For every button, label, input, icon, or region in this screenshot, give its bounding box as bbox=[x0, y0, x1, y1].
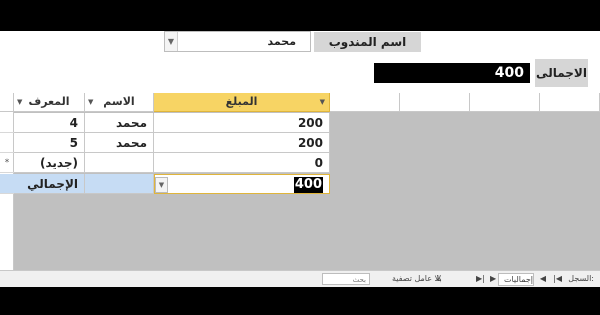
rep-name-value: محمد bbox=[267, 35, 296, 48]
column-header-id[interactable]: ▼ المعرف bbox=[14, 93, 85, 112]
chevron-down-icon[interactable]: ▼ bbox=[88, 93, 93, 111]
column-header-empty[interactable] bbox=[330, 93, 400, 112]
record-navigation-bar: السجل: |◀ ◀ إجماليات ▶ ▶| ⊻ بلا عامل تصف… bbox=[0, 270, 600, 287]
search-input[interactable]: بحث bbox=[322, 273, 370, 285]
total-row-amount: 400 bbox=[293, 177, 323, 193]
cell-amount[interactable]: 0 bbox=[154, 153, 330, 173]
access-form-window: اسم المندوب ▼ محمد الاجمالى 400 ▼ المعرف… bbox=[0, 31, 600, 287]
select-all-corner[interactable] bbox=[0, 93, 14, 112]
total-label: الاجمالى bbox=[535, 59, 588, 87]
column-header-empty[interactable] bbox=[470, 93, 540, 112]
filter-status[interactable]: بلا عامل تصفية bbox=[392, 273, 442, 285]
column-header-empty[interactable] bbox=[400, 93, 470, 112]
chevron-down-icon[interactable]: ▼ bbox=[155, 177, 168, 193]
column-header-amount[interactable]: ▼ المبلغ bbox=[154, 93, 330, 112]
cell-amount[interactable]: 200 bbox=[154, 133, 330, 153]
total-field[interactable]: 400 bbox=[374, 63, 530, 83]
cell-name[interactable]: محمد bbox=[85, 113, 154, 133]
chevron-down-icon[interactable]: ▼ bbox=[320, 93, 325, 111]
total-row-name-cell[interactable] bbox=[85, 174, 154, 194]
rep-name-combobox[interactable]: ▼ محمد bbox=[164, 31, 311, 52]
nav-prev-button[interactable]: ◀ bbox=[540, 273, 546, 285]
total-row-amount-combobox[interactable]: ▼ 400 bbox=[154, 174, 330, 194]
total-row-selector[interactable] bbox=[0, 174, 14, 194]
column-header-name[interactable]: ▼ الاسم bbox=[85, 93, 154, 112]
rep-name-label: اسم المندوب bbox=[314, 32, 421, 52]
nav-first-button[interactable]: |◀ bbox=[553, 273, 562, 285]
record-number-field[interactable]: إجماليات bbox=[498, 273, 534, 286]
total-row-label: الإجمالي bbox=[14, 174, 85, 194]
column-header-empty[interactable] bbox=[540, 93, 600, 112]
cell-amount[interactable]: 200 bbox=[154, 113, 330, 133]
cell-id[interactable]: (جديد) bbox=[14, 153, 85, 173]
cell-id[interactable]: 4 bbox=[14, 113, 85, 133]
row-selector[interactable] bbox=[0, 113, 14, 133]
asterisk-icon[interactable]: * bbox=[0, 153, 14, 173]
row-selector[interactable] bbox=[0, 133, 14, 153]
cell-id[interactable]: 5 bbox=[14, 133, 85, 153]
cell-name[interactable] bbox=[85, 153, 154, 173]
nav-next-button[interactable]: ▶ bbox=[490, 273, 496, 285]
chevron-down-icon[interactable]: ▼ bbox=[17, 93, 22, 111]
record-label: السجل: bbox=[568, 274, 594, 283]
chevron-down-icon[interactable]: ▼ bbox=[165, 32, 178, 51]
cell-name[interactable]: محمد bbox=[85, 133, 154, 153]
nav-last-button[interactable]: ▶| bbox=[476, 273, 485, 285]
